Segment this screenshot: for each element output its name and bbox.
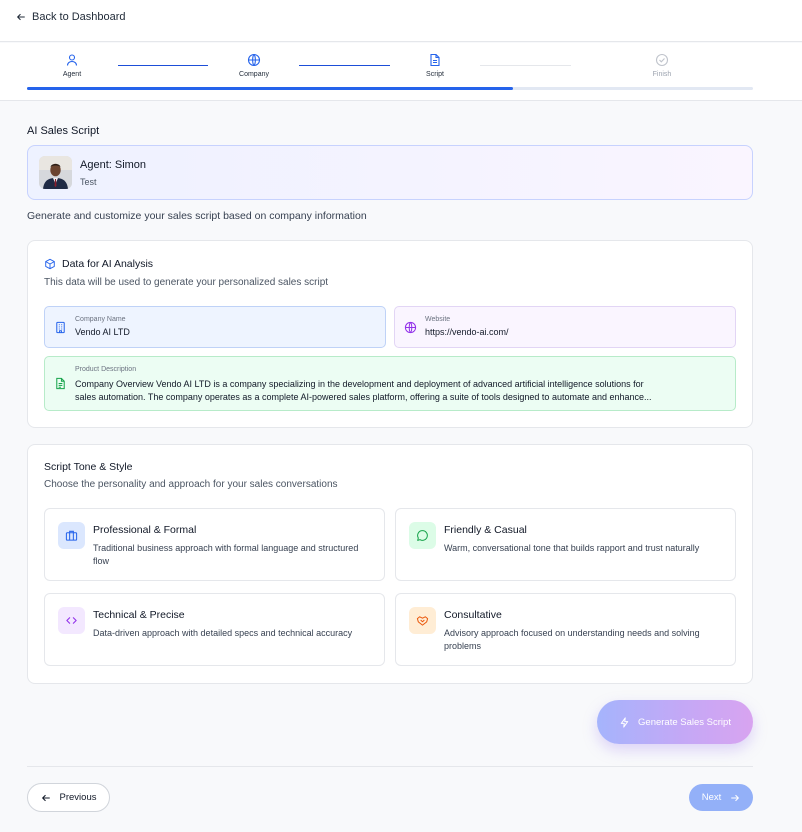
website-label: Website — [425, 316, 451, 323]
progress-bar-fill — [27, 87, 514, 90]
globe-icon — [404, 321, 417, 334]
arrow-left-icon — [41, 794, 50, 801]
step-company[interactable]: Company — [224, 53, 284, 78]
company-name-field[interactable]: Company Name Vendo AI LTD — [44, 306, 386, 348]
product-description-value: Company Overview Vendo AI LTD is a compa… — [75, 378, 725, 404]
step-connector — [118, 65, 208, 66]
step-label: Company — [239, 71, 269, 78]
tone-option-title: Friendly & Casual — [444, 524, 527, 536]
tone-subtitle: Choose the personality and approach for … — [44, 479, 338, 490]
previous-button[interactable]: Previous — [27, 783, 110, 812]
tone-title: Script Tone & Style — [44, 461, 133, 473]
tone-option-desc: Traditional business approach with forma… — [93, 543, 359, 566]
code-icon — [58, 607, 85, 634]
tone-option-title: Technical & Precise — [93, 609, 185, 621]
tone-option-desc: Data-driven approach with detailed specs… — [93, 628, 353, 638]
tone-option-consultative[interactable]: Consultative Advisory approach focused o… — [395, 593, 736, 666]
agent-card: Agent: Simon Test — [27, 145, 753, 200]
website-field[interactable]: Website https://vendo-ai.com/ — [394, 306, 736, 348]
document-icon — [430, 53, 440, 67]
analysis-card: Data for AI Analysis This data will be u… — [27, 240, 753, 428]
generate-label: Generate Sales Script — [638, 716, 731, 728]
cube-icon — [45, 258, 55, 270]
tone-option-title: Professional & Formal — [93, 524, 197, 536]
step-label: Script — [426, 71, 444, 78]
website-value: https://vendo-ai.com/ — [425, 327, 509, 337]
step-label: Finish — [652, 71, 672, 78]
step-connector — [480, 65, 571, 66]
progress-bar — [27, 87, 753, 90]
lightning-icon — [620, 716, 629, 728]
building-icon — [56, 321, 65, 334]
step-finish[interactable]: Finish — [632, 53, 692, 78]
company-name-value: Vendo AI LTD — [75, 327, 130, 337]
footer-divider — [27, 766, 753, 767]
file-text-icon — [56, 377, 65, 390]
tone-heading: Script Tone & Style — [44, 461, 133, 473]
arrow-right-icon — [731, 794, 740, 801]
top-bar: Back to Dashboard — [0, 0, 802, 42]
next-label: Next — [701, 792, 722, 803]
briefcase-icon — [58, 522, 85, 549]
product-description-line: sales automation. The company operates a… — [75, 392, 652, 402]
tone-option-friendly[interactable]: Friendly & Casual Warm, conversational t… — [395, 508, 736, 581]
back-link-label: Back to Dashboard — [32, 11, 126, 23]
check-circle-icon — [655, 53, 669, 67]
arrow-left-icon — [17, 13, 25, 21]
agent-avatar — [39, 156, 72, 189]
globe-icon — [247, 53, 261, 67]
user-icon — [66, 54, 78, 66]
next-button[interactable]: Next — [689, 784, 753, 811]
tone-option-professional[interactable]: Professional & Formal Traditional busine… — [44, 508, 385, 581]
company-name-label: Company Name — [75, 316, 126, 323]
section-title: AI Sales Script — [27, 125, 100, 137]
analysis-heading: Data for AI Analysis — [44, 258, 153, 270]
back-to-dashboard-link[interactable]: Back to Dashboard — [16, 11, 126, 23]
tone-option-desc: Warm, conversational tone that builds ra… — [444, 543, 700, 553]
agent-subtitle: Test — [80, 177, 97, 187]
step-label: Agent — [62, 71, 82, 78]
handshake-icon — [409, 607, 436, 634]
product-description-line: Company Overview Vendo AI LTD is a compa… — [75, 379, 644, 389]
agent-name: Agent: Simon — [80, 159, 147, 171]
tone-option-title: Consultative — [444, 609, 502, 621]
chat-bubble-icon — [409, 522, 436, 549]
analysis-subtitle: This data will be used to generate your … — [44, 277, 329, 288]
tone-option-desc: Advisory approach focused on understandi… — [444, 628, 700, 651]
generate-sales-script-button[interactable]: Generate Sales Script — [597, 700, 753, 744]
tone-card: Script Tone & Style Choose the personali… — [27, 444, 753, 684]
tone-option-technical[interactable]: Technical & Precise Data-driven approach… — [44, 593, 385, 666]
intro-text: Generate and customize your sales script… — [27, 210, 367, 222]
step-agent[interactable]: Agent — [42, 53, 102, 78]
step-script[interactable]: Script — [405, 53, 465, 78]
analysis-title: Data for AI Analysis — [62, 258, 154, 270]
step-connector — [299, 65, 390, 66]
product-description-label: Product Description — [75, 366, 137, 373]
previous-label: Previous — [59, 792, 97, 803]
product-description-field[interactable]: Product Description Company Overview Ven… — [44, 356, 736, 411]
stepper: Agent Company Script Finish — [0, 43, 802, 101]
